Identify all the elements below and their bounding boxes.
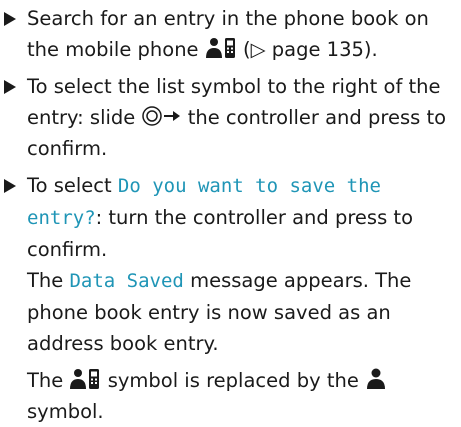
note-2-middle: symbol is replaced by the <box>107 369 359 392</box>
note-2-suffix: symbol. <box>27 400 104 423</box>
step-bullet <box>4 80 16 94</box>
step-2: To select the list symbol to the right o… <box>0 71 461 164</box>
manual-page: Search for an entry in the phone book on… <box>0 0 461 423</box>
result-note-1: The Data Saved message appears. The phon… <box>0 265 461 359</box>
result-note-2: The symbol is replaced by the symbol. <box>0 365 461 427</box>
step-1-page-ref: (▷ page 135). <box>242 38 378 61</box>
step-3-prefix: To select <box>27 174 112 197</box>
person-icon <box>365 368 387 390</box>
step-bullet <box>4 12 16 26</box>
note-1-prefix: The <box>27 269 64 292</box>
person-phone-icon <box>205 37 237 59</box>
step-3: To select Do you want to save the entry?… <box>0 170 461 265</box>
person-phone-icon <box>69 368 101 390</box>
step-1: Search for an entry in the phone book on… <box>0 3 461 65</box>
step-bullet <box>4 179 16 193</box>
display-message-text: Data Saved <box>69 270 184 292</box>
note-2-prefix: The <box>27 369 64 392</box>
controller-slide-right-icon <box>141 105 181 127</box>
